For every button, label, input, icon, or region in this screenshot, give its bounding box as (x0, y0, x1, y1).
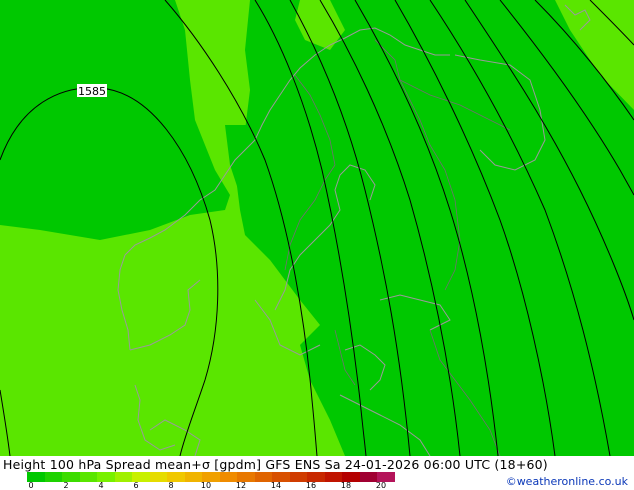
legend-swatch (289, 472, 307, 482)
legend-tick-label: 4 (98, 481, 104, 490)
legend-swatch (79, 472, 97, 482)
legend-swatch (44, 472, 62, 482)
legend-tick-label: 14 (270, 481, 282, 490)
contour-label: 1585 (78, 85, 106, 98)
legend-tick-label: 12 (235, 481, 247, 490)
legend-tick-label: 10 (200, 481, 212, 490)
legend-tick-label: 0 (28, 481, 34, 490)
legend-tick-label: 18 (340, 481, 352, 490)
credit-link[interactable]: ©weatheronline.co.uk (506, 475, 628, 488)
legend-swatch (324, 472, 342, 482)
legend-swatch (114, 472, 132, 482)
legend-swatch (149, 472, 167, 482)
legend-swatch (219, 472, 237, 482)
legend-swatch (184, 472, 202, 482)
legend-swatch (254, 472, 272, 482)
legend-tick-label: 20 (375, 481, 387, 490)
legend-swatch (359, 472, 377, 482)
legend-tick-label: 2 (63, 481, 69, 490)
legend-tick-label: 16 (305, 481, 317, 490)
legend-tick-label: 8 (168, 481, 174, 490)
legend-tick-label: 6 (133, 481, 139, 490)
map-title: Height 100 hPa Spread mean+σ [gpdm] GFS … (3, 457, 548, 472)
weather-map: 1585 (0, 0, 634, 456)
legend-ticks: 0 2 4 6 8 10 12 14 16 18 20 (27, 482, 407, 490)
